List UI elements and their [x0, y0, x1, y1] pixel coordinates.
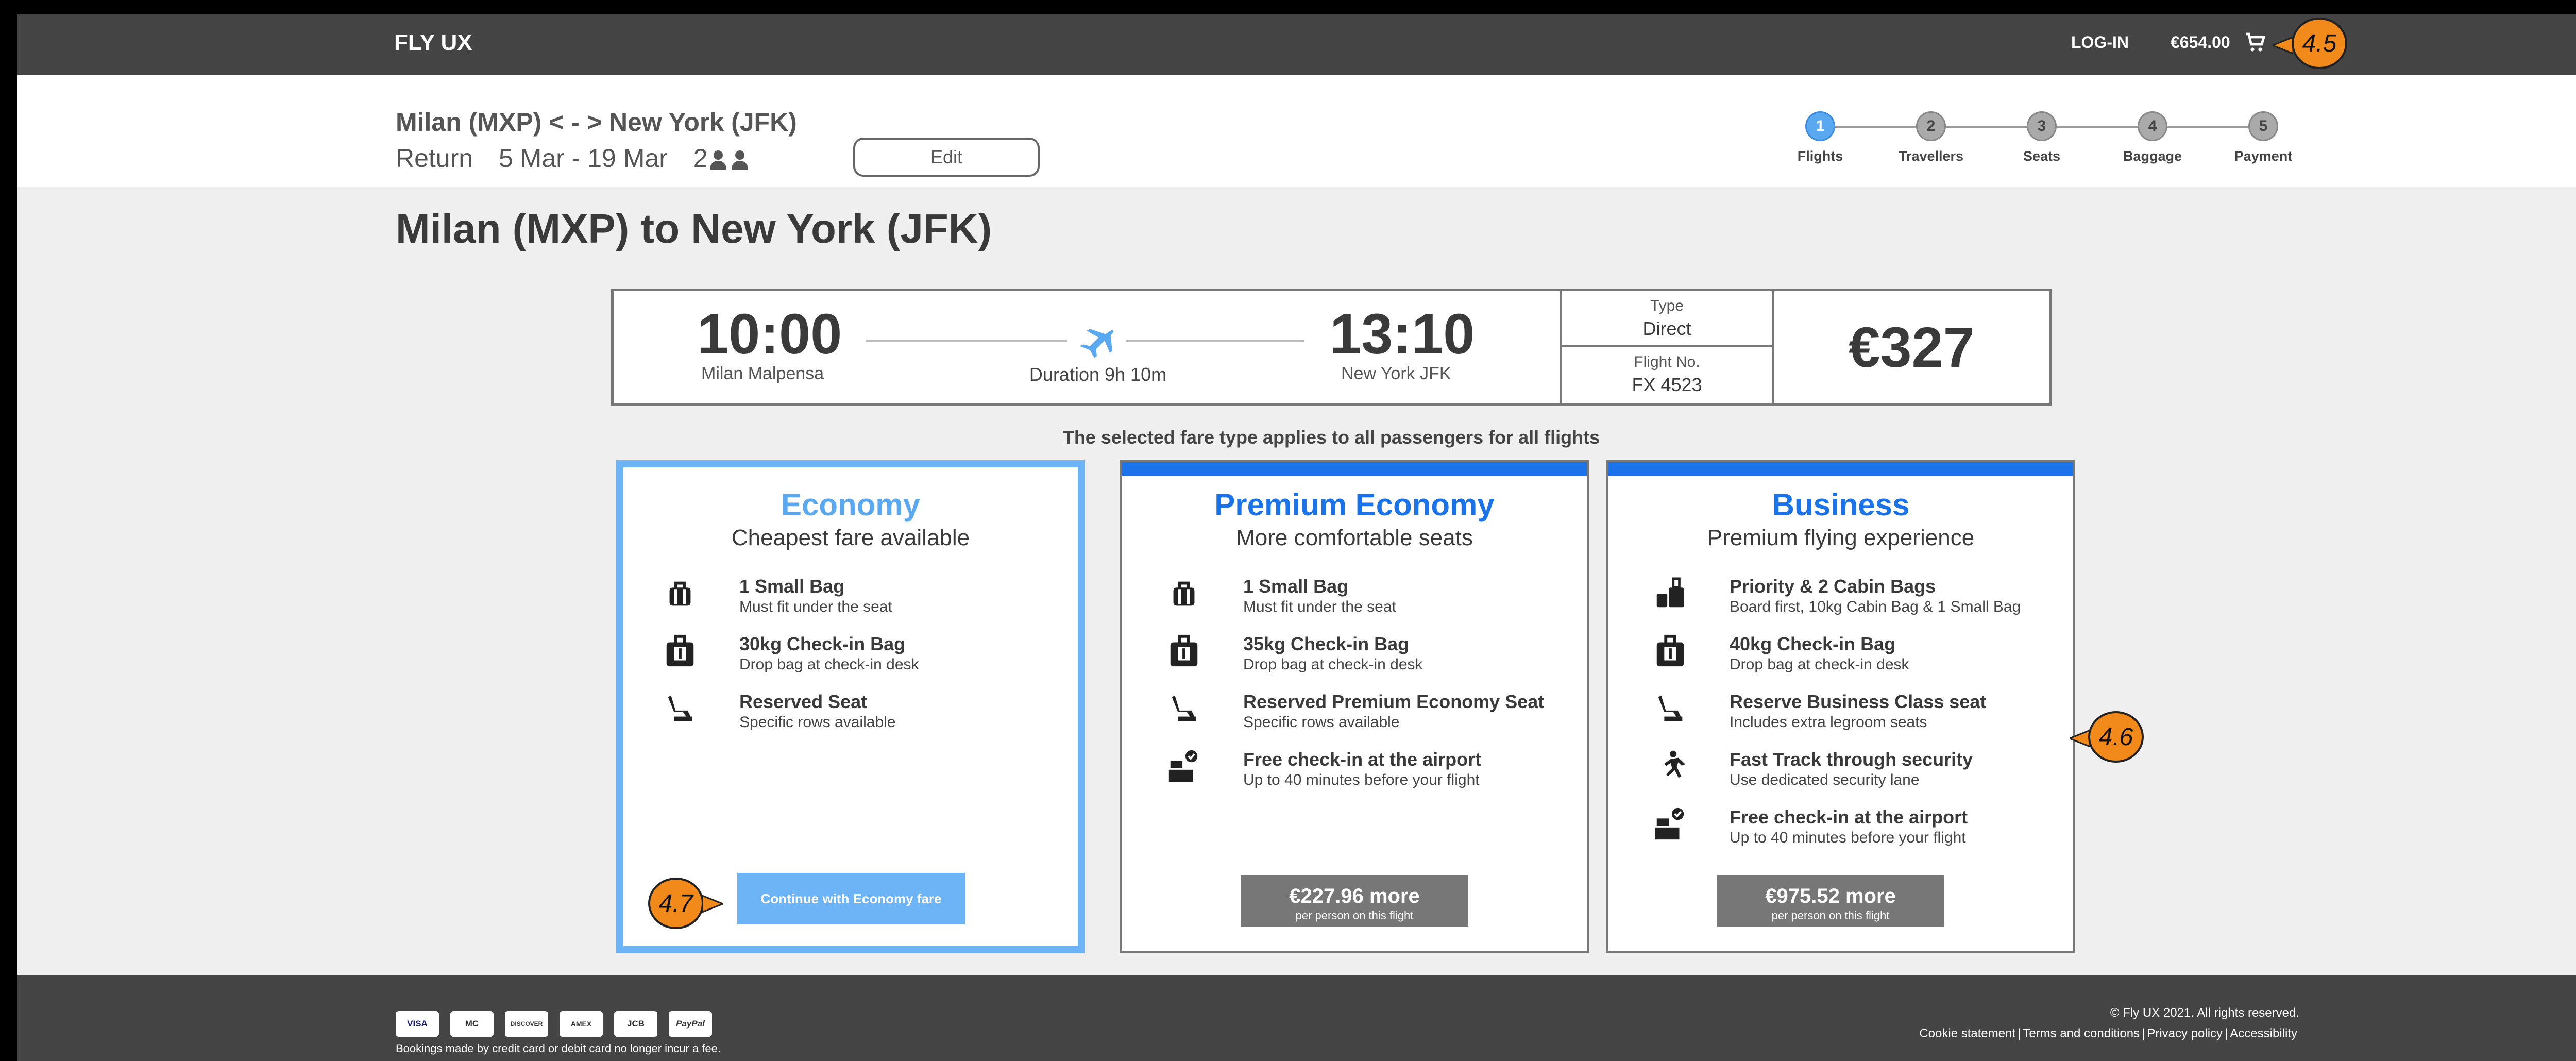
jcb-card-icon: JCB — [614, 1011, 657, 1037]
flight-type-value: Direct — [1642, 318, 1691, 339]
flight-number-cell: Flight No. FX 4523 — [1560, 347, 1772, 404]
fare-feature: 35kg Check-in Bag Drop bag at check-in d… — [1166, 633, 1578, 685]
cart-icon[interactable] — [2243, 30, 2267, 55]
arrival-airport: New York JFK — [1341, 364, 1451, 383]
cart-total[interactable]: €654.00 — [2171, 33, 2230, 52]
annotation-badge: 4.7 — [648, 878, 704, 929]
fare-feature: Reserve Business Class seat Includes ext… — [1652, 691, 2064, 743]
fare-subtitle: Cheapest fare available — [731, 525, 970, 550]
fare-feature: 1 Small Bag Must fit under the seat — [1166, 576, 1578, 627]
step-seats[interactable]: 3 Seats — [1990, 106, 2093, 164]
booking-summary: Milan (MXP) < - > New York (JFK) Return … — [17, 75, 2576, 187]
copyright: © Fly UX 2021. All rights reserved. — [2110, 1006, 2299, 1020]
passenger-count: 2 — [693, 144, 754, 173]
fare-subtitle: Premium flying experience — [1707, 525, 1975, 550]
fare-note: The selected fare type applies to all pa… — [1062, 427, 1600, 448]
brand-logo[interactable]: FLY UX — [394, 30, 472, 56]
fare-feature: 30kg Check-in Bag Drop bag at check-in d… — [662, 633, 1074, 685]
seat-icon — [1172, 695, 1196, 721]
fare-feature: 1 Small Bag Must fit under the seat — [662, 576, 1074, 627]
privacy-policy-link[interactable]: Privacy policy — [2147, 1026, 2223, 1040]
fare-feature: 40kg Check-in Bag Drop bag at check-in d… — [1652, 633, 2064, 685]
checkin-bag-icon — [1170, 634, 1198, 667]
booking-stepper: 1 Flights 2 Travellers 3 Seats 4 Baggage… — [1769, 106, 2304, 168]
accessibility-link[interactable]: Accessibility — [2230, 1026, 2297, 1040]
step-payment[interactable]: 5 Payment — [2212, 106, 2315, 164]
seat-icon — [668, 695, 692, 721]
departure-airport: Milan Malpensa — [701, 364, 824, 383]
annotation-pointer — [2070, 729, 2090, 748]
continue-economy-button[interactable]: Continue with Economy fare — [737, 873, 965, 924]
paypal-icon: PayPal — [669, 1011, 712, 1037]
login-link[interactable]: LOG-IN — [2071, 33, 2129, 52]
fare-name: Business — [1772, 487, 1910, 522]
plane-icon — [1079, 329, 1114, 358]
flight-number-value: FX 4523 — [1632, 374, 1702, 395]
mastercard-icon: MC — [450, 1011, 494, 1037]
annotation-badge: 4.6 — [2088, 711, 2144, 763]
terms-link[interactable]: Terms and conditions — [2023, 1026, 2140, 1040]
step-flights[interactable]: 1 Flights — [1769, 106, 1872, 164]
cabin-bags-icon — [1656, 577, 1684, 608]
checkin-desk-icon — [1168, 750, 1198, 782]
payment-cards: VISA MC DISCOVER AMEX JCB PayPal — [396, 1011, 712, 1037]
running-icon — [1664, 750, 1686, 778]
fare-accent-stripe — [1122, 462, 1587, 476]
footer: VISA MC DISCOVER AMEX JCB PayPal Booking… — [17, 975, 2576, 1061]
page-title: Milan (MXP) to New York (JFK) — [396, 206, 992, 251]
fare-feature: Reserved Premium Economy Seat Specific r… — [1166, 691, 1578, 743]
seat-icon — [1658, 695, 1683, 721]
cookie-statement-link[interactable]: Cookie statement — [1919, 1026, 2015, 1040]
trip-details: Return 5 Mar - 19 Mar 2 — [396, 143, 773, 173]
fare-feature: Free check-in at the airport Up to 40 mi… — [1652, 806, 2064, 858]
upgrade-premium-economy-button[interactable]: €227.96 more per person on this flight — [1241, 875, 1468, 927]
fare-card-premium-economy[interactable]: Premium Economy More comfortable seats 1… — [1120, 460, 1589, 953]
flight-duration: Duration 9h 10m — [1029, 364, 1167, 385]
flight-type-cell: Type Direct — [1560, 291, 1772, 347]
small-bag-icon — [669, 581, 691, 606]
visa-card-icon: VISA — [396, 1011, 439, 1037]
discover-card-icon: DISCOVER — [505, 1011, 548, 1037]
annotation-pointer — [702, 895, 723, 913]
fare-feature: Fast Track through security Use dedicate… — [1652, 749, 2064, 800]
app-frame: FLY UX LOG-IN €654.00 Milan (MXP) < - > … — [17, 14, 2576, 1061]
footer-links: Cookie statement | Terms and conditions | Pr… — [1919, 1026, 2297, 1040]
fare-name: Economy — [781, 487, 921, 522]
arrival-time: 13:10 — [1330, 302, 1475, 366]
fare-feature: Reserved Seat Specific rows available — [662, 691, 1074, 743]
top-bar: FLY UX LOG-IN €654.00 — [17, 14, 2576, 75]
duration-line-left — [866, 340, 1067, 342]
payment-note: Bookings made by credit card or debit ca… — [396, 1042, 721, 1055]
checkin-desk-icon — [1655, 807, 1684, 840]
departure-time: 10:00 — [697, 302, 842, 366]
fare-subtitle: More comfortable seats — [1236, 525, 1473, 550]
step-baggage[interactable]: 4 Baggage — [2101, 106, 2204, 164]
flight-number-label: Flight No. — [1634, 353, 1700, 370]
amex-card-icon: AMEX — [560, 1011, 603, 1037]
checkin-bag-icon — [1656, 634, 1684, 667]
checkin-bag-icon — [666, 634, 694, 667]
annotation-pointer — [2273, 36, 2293, 55]
flight-summary-card: 10:00 Milan Malpensa Duration 9h 10m 13:… — [611, 289, 2052, 406]
trip-type: Return — [396, 144, 473, 173]
flight-price: €327 — [1772, 291, 2049, 403]
route-title: Milan (MXP) < - > New York (JFK) — [396, 108, 797, 137]
small-bag-icon — [1173, 581, 1195, 606]
edit-search-button[interactable]: Edit — [853, 138, 1040, 177]
step-travellers[interactable]: 2 Travellers — [1879, 106, 1982, 164]
fare-name: Premium Economy — [1214, 487, 1495, 522]
fare-feature: Priority & 2 Cabin Bags Board first, 10k… — [1652, 576, 2064, 627]
fare-feature: Free check-in at the airport Up to 40 mi… — [1166, 749, 1578, 800]
fare-card-business[interactable]: Business Premium flying experience Prior… — [1606, 460, 2075, 953]
trip-dates: 5 Mar - 19 Mar — [498, 144, 668, 173]
fare-accent-stripe — [1608, 462, 2073, 476]
passengers-icon — [709, 150, 748, 170]
upgrade-business-button[interactable]: €975.52 more per person on this flight — [1717, 875, 1944, 927]
duration-line-right — [1126, 340, 1304, 342]
flight-type-label: Type — [1650, 297, 1684, 314]
annotation-badge: 4.5 — [2292, 18, 2347, 69]
